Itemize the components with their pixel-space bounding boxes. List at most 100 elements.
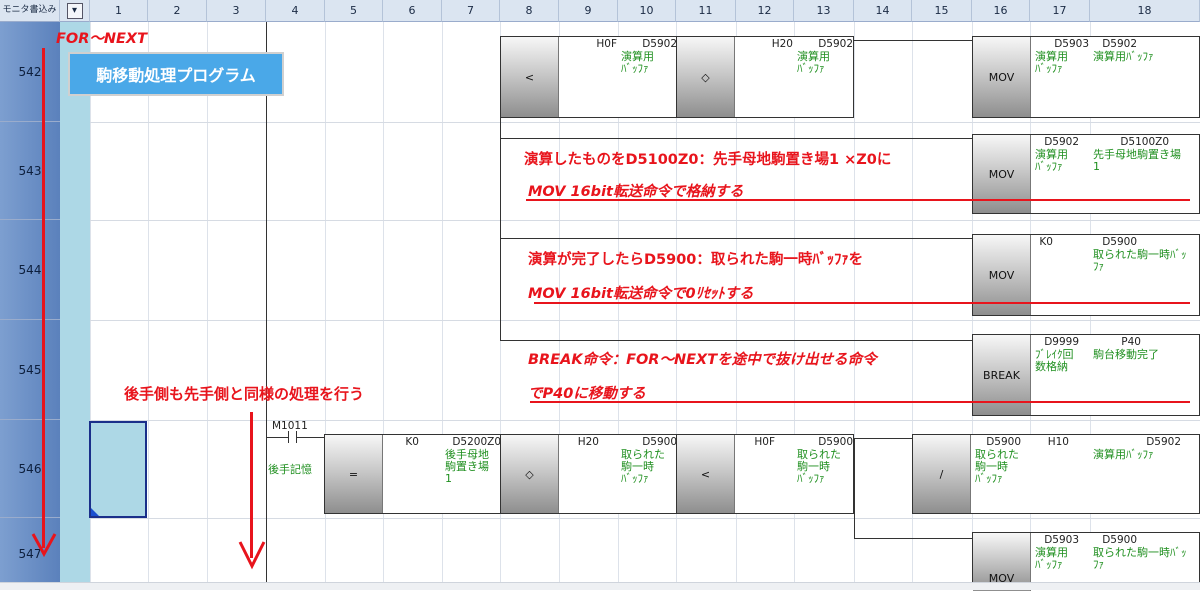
- break-545[interactable]: BREAK D9999 ﾌﾞﾚｲｸ回 数格納 P40 駒台移動完了: [972, 334, 1200, 416]
- device-d5902: D5902: [1044, 136, 1079, 148]
- column-header-17[interactable]: 17: [1030, 0, 1090, 22]
- column-header-1[interactable]: 1: [90, 0, 148, 22]
- corner-header: モニタ書込み: [0, 0, 60, 22]
- device-d5900: D5900: [1102, 236, 1137, 248]
- comment-calc-buffer: 演算用 ﾊﾞｯﾌｧ: [797, 50, 830, 75]
- column-header-13[interactable]: 13: [794, 0, 854, 22]
- fill-handle[interactable]: [91, 508, 99, 516]
- row-header-545[interactable]: 545: [0, 320, 60, 420]
- device-d5900: D5900: [642, 436, 677, 448]
- annotation-545-line1: BREAK命令：FOR～NEXTを途中で抜け出せる命令: [528, 352, 877, 368]
- rung-546: [854, 438, 912, 439]
- column-header-8[interactable]: 8: [500, 0, 559, 22]
- op-ne: ◇: [677, 37, 735, 117]
- row-header-544[interactable]: 544: [0, 220, 60, 320]
- compare-lt-542[interactable]: < H0F D5902 演算用 ﾊﾞｯﾌｧ: [500, 36, 678, 118]
- device-k0: K0: [1039, 236, 1053, 248]
- op-eq: =: [325, 435, 383, 513]
- device-k0: K0: [405, 436, 419, 448]
- annotation-546: 後手側も先手側と同様の処理を行う: [124, 385, 365, 403]
- grid-column-line: [148, 22, 149, 590]
- row-header-542[interactable]: 542: [0, 22, 60, 122]
- branch-line: [500, 118, 501, 340]
- compare-ne-546[interactable]: ◇ H20 D5900 取られた 駒一時 ﾊﾞｯﾌｧ: [500, 434, 678, 514]
- underline-545: [530, 401, 1190, 403]
- device-h0f: H0F: [596, 38, 617, 50]
- comment-column: [60, 22, 90, 590]
- annotation-543-line1: 演算したものをD5100Z0：先手母地駒置き場1 ×Z0に: [524, 152, 892, 168]
- annotation-545-line2: でP40に移動する: [528, 386, 646, 402]
- grid-row-line: [90, 518, 1200, 519]
- device-d5100z0: D5100Z0: [1120, 136, 1169, 148]
- comment-calc-buffer: 演算用ﾊﾞｯﾌｧ: [1093, 50, 1154, 63]
- device-d5900: D5900: [986, 436, 1021, 448]
- column-header-18[interactable]: 18: [1090, 0, 1200, 22]
- contact-right: [296, 437, 326, 438]
- arrow-down-icon: [31, 533, 57, 558]
- column-header-10[interactable]: 10: [618, 0, 676, 22]
- column-header-6[interactable]: 6: [383, 0, 442, 22]
- column-header-5[interactable]: 5: [325, 0, 383, 22]
- annotation-544-line2: MOV 16bit転送命令で0ﾘｾｯﾄする: [528, 286, 754, 302]
- device-d5903: D5903: [1054, 38, 1089, 50]
- compare-lt-546[interactable]: < H0F D5900 取られた 駒一時 ﾊﾞｯﾌｧ: [676, 434, 854, 514]
- column-header-2[interactable]: 2: [148, 0, 207, 22]
- grid-row-line: [90, 122, 1200, 123]
- op-mov: MOV: [973, 37, 1031, 117]
- device-d5902: D5902: [642, 38, 677, 50]
- grid-column-line: [207, 22, 208, 590]
- op-break: BREAK: [973, 335, 1031, 415]
- underline-543: [526, 199, 1190, 201]
- op-ne: ◇: [501, 435, 559, 513]
- arrow-down-icon: [238, 541, 266, 570]
- device-d5200z0: D5200Z0: [452, 436, 501, 448]
- comment-calc-buffer: 演算用ﾊﾞｯﾌｧ: [1093, 448, 1154, 461]
- contact-m1011[interactable]: M1011 後手記憶: [266, 420, 326, 480]
- mov-542[interactable]: MOV D5903 演算用 ﾊﾞｯﾌｧ D5902 演算用ﾊﾞｯﾌｧ: [972, 36, 1200, 118]
- row-header-543[interactable]: 543: [0, 122, 60, 220]
- mov-543[interactable]: MOV D5902 演算用 ﾊﾞｯﾌｧ D5100Z0 先手母地駒置き場 1: [972, 134, 1200, 214]
- compare-ne-542[interactable]: ◇ H20 D5902 演算用 ﾊﾞｯﾌｧ: [676, 36, 854, 118]
- column-header-9[interactable]: 9: [559, 0, 618, 22]
- selected-cell[interactable]: [89, 421, 147, 518]
- compare-eq-546[interactable]: = K0 D5200Z0 後手母地 駒置き場 1: [324, 434, 502, 514]
- ladder-editor: モニタ書込み ▾ 1 2 3 4 5 6 7 8 9 10 11 12 13 14 15 16 17 18 542…: [0, 0, 1200, 591]
- comment-calc-buffer: 演算用 ﾊﾞｯﾌｧ: [621, 50, 654, 75]
- comment-captured-piece-buffer: 取られた駒一時ﾊﾞｯ ﾌｧ: [1093, 248, 1187, 273]
- column-header-16[interactable]: 16: [972, 0, 1030, 22]
- grid-row-line: [90, 220, 1200, 221]
- device-m1011: M1011: [272, 420, 308, 432]
- chevron-down-icon: ▾: [66, 2, 83, 19]
- divide-546[interactable]: / D5900 取られた 駒一時 ﾊﾞｯﾌｧ H10 D5902 演算用ﾊﾞｯﾌ…: [912, 434, 1200, 514]
- column-header-3[interactable]: 3: [207, 0, 266, 22]
- annotation-544-line1: 演算が完了したらD5900：取られた駒一時ﾊﾞｯﾌｧを: [528, 252, 864, 268]
- device-h20: H20: [577, 436, 599, 448]
- arrow-shaft: [42, 48, 45, 548]
- comment-calc-buffer: 演算用 ﾊﾞｯﾌｧ: [1035, 148, 1068, 173]
- op-lt: <: [677, 435, 735, 513]
- column-header-7[interactable]: 7: [442, 0, 500, 22]
- comment-captured-piece-buffer: 取られた駒一時ﾊﾞｯ ﾌｧ: [1093, 546, 1187, 571]
- column-header-12[interactable]: 12: [736, 0, 794, 22]
- device-h20: H20: [771, 38, 793, 50]
- device-p40: P40: [1121, 336, 1141, 348]
- column-dropdown-button[interactable]: ▾: [60, 0, 90, 22]
- device-d5900: D5900: [1102, 534, 1137, 546]
- comment-gote-piece-area: 後手母地 駒置き場 1: [445, 448, 489, 485]
- device-h0f: H0F: [754, 436, 775, 448]
- contact-left: [266, 437, 288, 438]
- column-header-11[interactable]: 11: [676, 0, 736, 22]
- annotation-title-box: 駒移動処理プログラム: [68, 52, 284, 96]
- row-header-546[interactable]: 546: [0, 420, 60, 518]
- comment-captured-piece-buffer: 取られた 駒一時 ﾊﾞｯﾌｧ: [975, 448, 1019, 485]
- device-d5902: D5902: [1102, 38, 1137, 50]
- branch-546: [854, 438, 855, 538]
- column-header-4[interactable]: 4: [266, 0, 325, 22]
- column-header-14[interactable]: 14: [854, 0, 912, 22]
- rung-542: [854, 40, 972, 41]
- column-header-15[interactable]: 15: [912, 0, 972, 22]
- horizontal-scrollbar[interactable]: [0, 582, 1200, 590]
- comment-sente-piece-area: 先手母地駒置き場 1: [1093, 148, 1181, 173]
- op-mov: MOV: [973, 135, 1031, 213]
- device-d5902: D5902: [818, 38, 853, 50]
